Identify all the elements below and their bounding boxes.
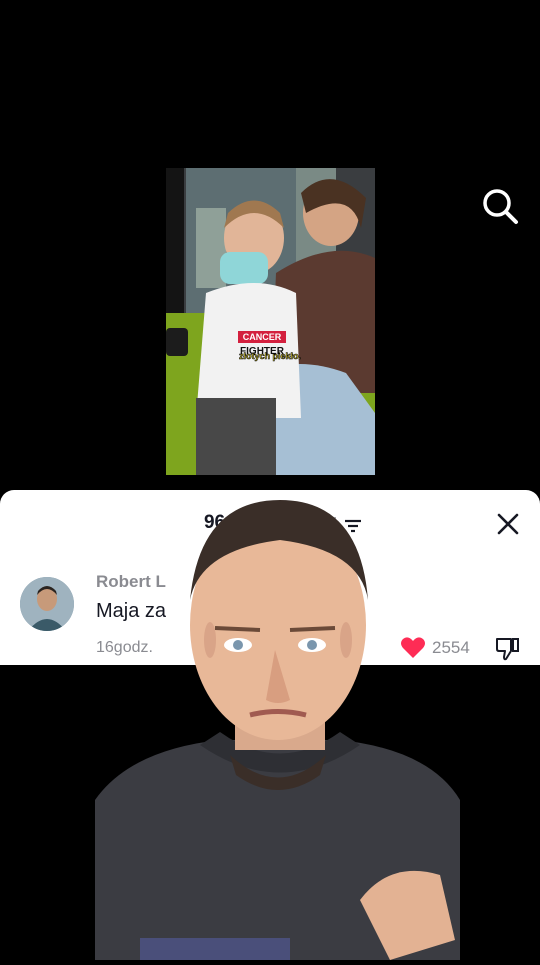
thumbs-down-icon <box>496 638 519 661</box>
close-icon <box>497 513 519 535</box>
dislike-button[interactable] <box>494 634 522 662</box>
creator-overlay <box>90 500 470 960</box>
close-button[interactable] <box>494 510 522 538</box>
comment-avatar[interactable] <box>20 577 74 631</box>
creator-figure <box>95 500 460 960</box>
stitched-video[interactable]: CANCER FIGHTER złotych piekło. <box>166 168 375 475</box>
video-frame-image: CANCER FIGHTER złotych piekło. <box>166 168 375 475</box>
video-caption: złotych piekło. <box>239 351 301 361</box>
avatar-image <box>20 577 74 631</box>
search-button[interactable] <box>478 184 522 228</box>
shirt-text-top: CANCER <box>243 332 282 342</box>
search-icon <box>483 189 518 224</box>
